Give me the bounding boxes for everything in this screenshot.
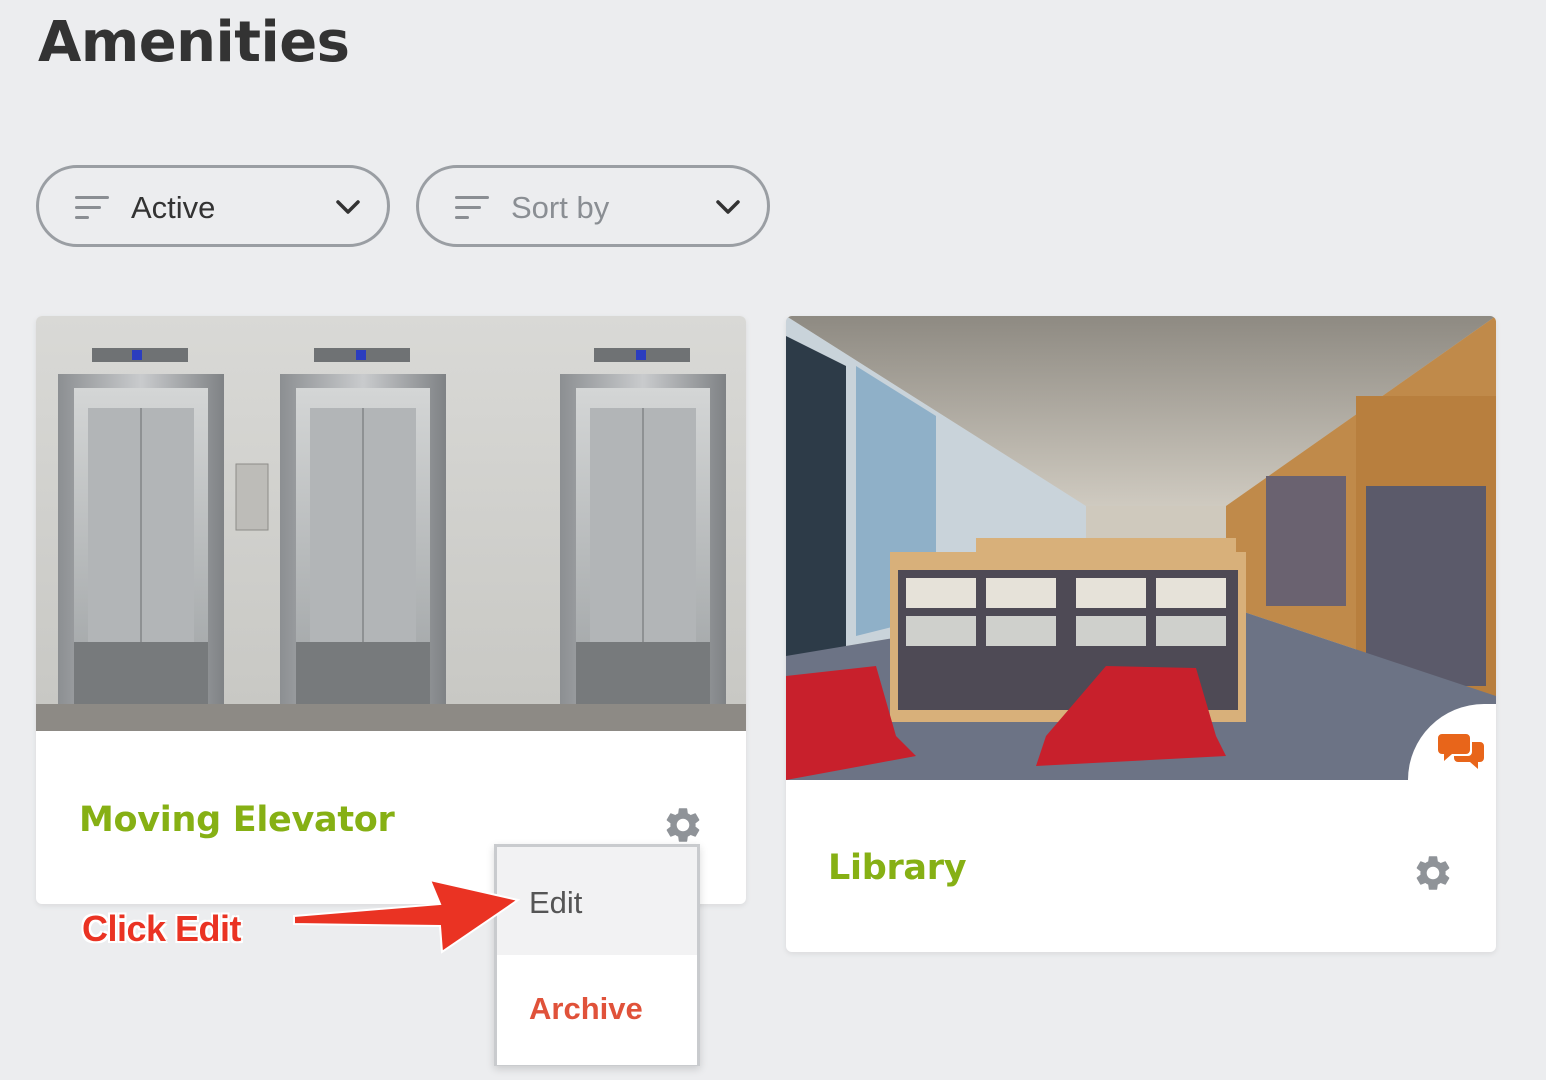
sort-lines-icon (455, 196, 489, 220)
sort-by-placeholder: Sort by (511, 190, 610, 225)
amenity-title[interactable]: Moving Elevator (79, 800, 395, 840)
menu-item-edit-label: Edit (529, 885, 583, 920)
gear-icon[interactable] (1412, 852, 1454, 894)
annotation-arrow-icon (293, 878, 521, 954)
gear-icon[interactable] (662, 804, 704, 846)
amenity-card-moving-elevator[interactable]: Moving Elevator (36, 316, 746, 904)
chevron-down-icon (716, 200, 740, 214)
filter-lines-icon (75, 196, 109, 220)
menu-item-archive-label: Archive (529, 991, 643, 1026)
menu-item-archive[interactable]: Archive (497, 957, 697, 1065)
library-interior-photo (786, 316, 1496, 780)
annotation-label: Click Edit (82, 908, 242, 949)
status-filter-dropdown[interactable]: Active (36, 165, 390, 247)
elevator-lobby-photo (36, 316, 746, 731)
amenity-title[interactable]: Library (828, 848, 967, 888)
chat-bubbles-icon (1438, 734, 1484, 769)
status-filter-value: Active (131, 190, 216, 225)
chevron-down-icon (336, 200, 360, 214)
page-title: Amenities (38, 10, 350, 75)
amenity-card-library[interactable]: Library (786, 316, 1496, 952)
sort-by-dropdown[interactable]: Sort by (416, 165, 770, 247)
